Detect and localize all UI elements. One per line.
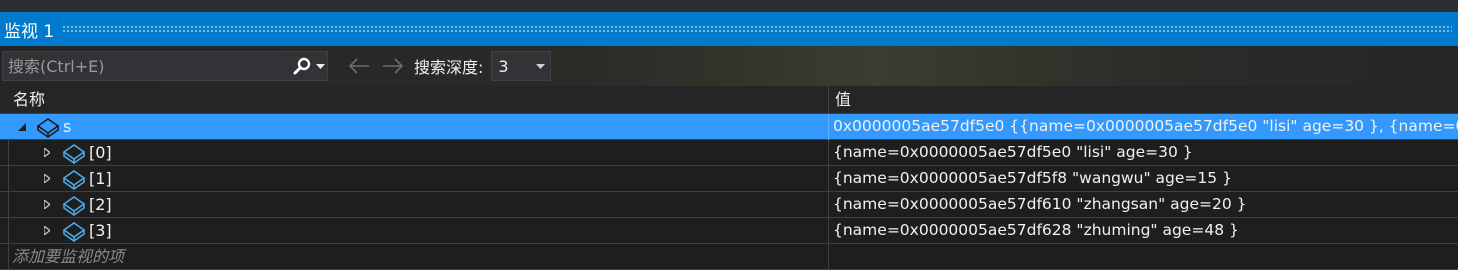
column-header-name[interactable]: 名称 (13, 86, 45, 113)
search-icon[interactable] (291, 52, 313, 80)
search-depth-label: 搜索深度: (414, 58, 484, 77)
expand-triangle-icon[interactable] (41, 192, 53, 217)
search-depth-select[interactable]: 3 (491, 51, 552, 81)
row-name: s (63, 117, 72, 136)
collapse-triangle-icon[interactable] (16, 114, 28, 139)
table-row[interactable]: [3] {name=0x0000005ae57df628 "zhuming" a… (0, 218, 1458, 244)
object-icon (36, 116, 60, 138)
object-icon (62, 220, 86, 242)
table-header: 名称 值 (0, 86, 1458, 114)
value-cell[interactable]: {name=0x0000005ae57df610 "zhangsan" age=… (829, 192, 1458, 217)
table-row[interactable]: [1] {name=0x0000005ae57df5f8 "wangwu" ag… (0, 166, 1458, 192)
value-cell[interactable]: {name=0x0000005ae57df628 "zhuming" age=4… (829, 218, 1458, 243)
name-cell: s (0, 114, 828, 139)
row-name: [2] (89, 195, 112, 214)
object-icon (62, 168, 86, 190)
value-cell[interactable]: {name=0x0000005ae57df5e0 "lisi" age=30 } (829, 140, 1458, 165)
name-cell: [2] (0, 192, 828, 217)
expand-triangle-icon[interactable] (41, 140, 53, 165)
arrow-left-icon[interactable] (342, 51, 376, 81)
row-name: [3] (89, 221, 112, 240)
name-cell: [0] (0, 140, 828, 165)
search-box (2, 51, 328, 81)
add-watch-row[interactable]: 添加要监视的项 (0, 244, 1458, 270)
chevron-down-icon[interactable] (530, 63, 550, 69)
drag-grip[interactable] (62, 25, 1452, 33)
search-input[interactable] (3, 51, 291, 81)
search-options-dropdown-icon[interactable] (313, 52, 327, 80)
table-row[interactable]: [0] {name=0x0000005ae57df5e0 "lisi" age=… (0, 140, 1458, 166)
value-cell[interactable]: 0x0000005ae57df5e0 {{name=0x0000005ae57d… (829, 114, 1458, 139)
value-cell-empty (829, 244, 1458, 269)
name-cell: [3] (0, 218, 828, 243)
watch-table: 名称 值 s 0x0000005ae57df5e0 {{name=0x00000… (0, 86, 1458, 270)
arrow-right-icon[interactable] (376, 51, 410, 81)
column-resize-handle[interactable] (828, 86, 829, 114)
row-name: [0] (89, 143, 112, 162)
column-header-value[interactable]: 值 (835, 86, 851, 113)
top-strip (0, 0, 1458, 12)
name-cell: [1] (0, 166, 828, 191)
add-watch-placeholder[interactable]: 添加要监视的项 (0, 244, 828, 269)
value-cell[interactable]: {name=0x0000005ae57df5f8 "wangwu" age=15… (829, 166, 1458, 191)
table-row[interactable]: [2] {name=0x0000005ae57df610 "zhangsan" … (0, 192, 1458, 218)
object-icon (62, 142, 86, 164)
window-title-bar[interactable]: 监视 1 (0, 12, 1458, 46)
row-name: [1] (89, 169, 112, 188)
object-icon (62, 194, 86, 216)
expand-triangle-icon[interactable] (41, 166, 53, 191)
table-row[interactable]: s 0x0000005ae57df5e0 {{name=0x0000005ae5… (0, 114, 1458, 140)
watch-toolbar: 搜索深度: 3 (0, 46, 1458, 86)
search-depth-value: 3 (498, 56, 509, 76)
window-title: 监视 1 (4, 21, 55, 42)
expand-triangle-icon[interactable] (41, 218, 53, 243)
